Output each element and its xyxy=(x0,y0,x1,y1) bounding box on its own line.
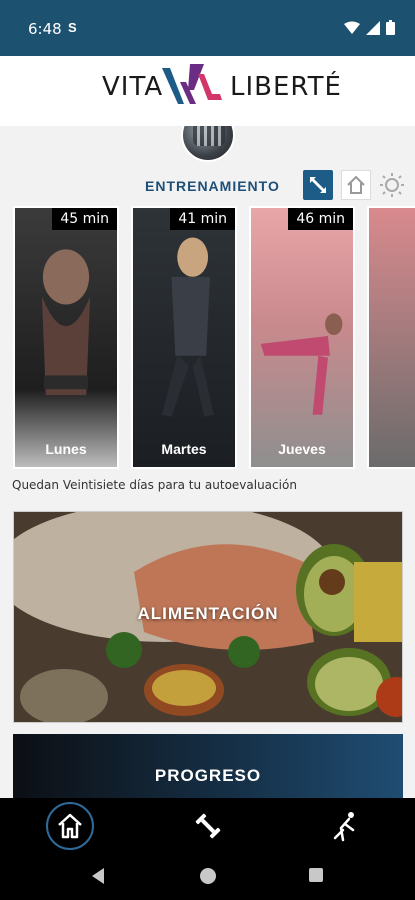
workout-day: V xyxy=(369,441,415,457)
stretch-icon xyxy=(333,812,355,842)
house-icon xyxy=(347,175,365,194)
workout-photo xyxy=(260,313,343,415)
app-header: VITA LIBERTÉ xyxy=(0,56,415,126)
main-content: ENTRENAMIENTO 45 min Lunes 41 min Martes… xyxy=(0,126,415,798)
nutrition-banner[interactable]: ALIMENTACIÓN xyxy=(13,511,403,723)
nutrition-label: ALIMENTACIÓN xyxy=(137,604,279,623)
progress-label: PROGRESO xyxy=(154,766,262,785)
workout-duration: 41 min xyxy=(170,208,235,230)
workout-day: Jueves xyxy=(278,441,326,457)
brand-name-right: LIBERTÉ xyxy=(230,72,342,102)
recents-icon[interactable] xyxy=(308,867,324,883)
workout-day: Lunes xyxy=(45,441,87,457)
bottom-navigation xyxy=(0,798,415,854)
status-time: 6:48 xyxy=(28,20,62,38)
workout-card[interactable]: 46 min Jueves xyxy=(249,206,355,469)
home-circle-icon[interactable] xyxy=(199,867,217,885)
signal-icon xyxy=(366,20,380,35)
workout-carousel[interactable]: 45 min Lunes 41 min Martes 46 min Jueves… xyxy=(13,206,415,471)
workout-card[interactable]: 41 min Martes xyxy=(131,206,237,469)
self-evaluation-notice: Quedan Veintisiete días para tu autoeval… xyxy=(12,478,297,492)
system-icons xyxy=(344,20,395,35)
workout-duration: 46 min xyxy=(288,208,353,230)
mode-outdoor-button[interactable] xyxy=(377,170,407,200)
workout-photo xyxy=(41,249,91,396)
expand-arrows-icon xyxy=(310,177,326,193)
workout-photo xyxy=(161,237,214,417)
wifi-icon xyxy=(344,21,360,34)
dumbbell-icon xyxy=(195,813,221,839)
status-bar: 6:48 S xyxy=(0,0,415,56)
nav-stretching-button[interactable] xyxy=(322,802,370,850)
mode-home-button[interactable] xyxy=(341,170,371,200)
progress-banner[interactable]: PROGRESO xyxy=(13,734,403,798)
app-notification-icon: S xyxy=(68,20,77,35)
battery-icon xyxy=(386,20,395,35)
workout-day: Martes xyxy=(161,441,207,457)
workout-card[interactable]: 45 min Lunes xyxy=(13,206,119,469)
brand-name-left: VITA xyxy=(102,72,164,102)
nav-home-button[interactable] xyxy=(46,802,94,850)
sun-icon xyxy=(380,173,404,197)
system-navigation-bar xyxy=(0,854,415,900)
workout-duration: 45 min xyxy=(52,208,117,230)
mode-gym-button[interactable] xyxy=(303,170,333,200)
brand-logo-icon xyxy=(162,64,222,104)
workout-card[interactable]: 4 V xyxy=(367,206,415,469)
training-section-title: ENTRENAMIENTO xyxy=(145,178,280,194)
nav-training-button[interactable] xyxy=(184,802,232,850)
home-icon xyxy=(58,813,82,839)
back-icon[interactable] xyxy=(90,867,106,885)
user-avatar[interactable] xyxy=(181,126,235,162)
